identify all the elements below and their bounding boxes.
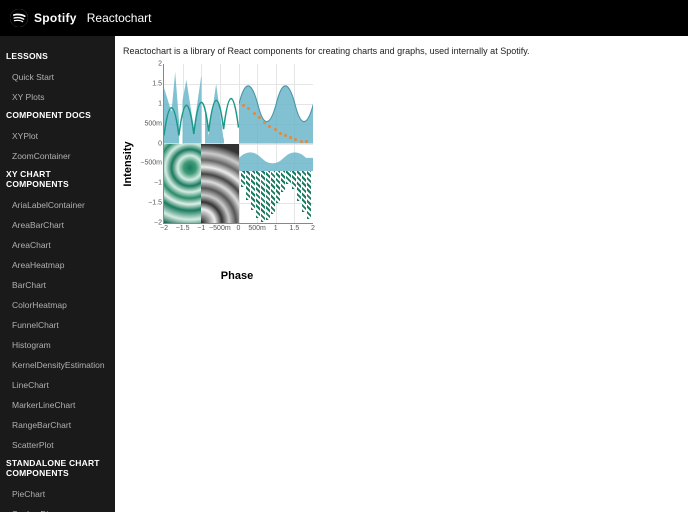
top-header: Spotify Reactochart <box>0 0 688 36</box>
xtick: −500m <box>209 225 231 232</box>
sidebar-item-funnelchart[interactable]: FunnelChart <box>0 315 115 335</box>
quadrant-top-right <box>239 64 314 144</box>
demo-chart: Intensity Phase 2 1.5 1 500m 0 −500m −1 … <box>137 64 337 264</box>
ytick: −1.5 <box>148 200 162 207</box>
section-heading-standalone: STANDALONE CHART COMPONENTS <box>0 455 115 484</box>
sidebar-item-areachart[interactable]: AreaChart <box>0 235 115 255</box>
ytick: −500m <box>140 160 162 167</box>
xtick: 1.5 <box>290 225 300 232</box>
intro-text: Reactochart is a library of React compon… <box>123 46 680 56</box>
quadrant-top-left <box>164 64 239 144</box>
xtick: 1 <box>274 225 278 232</box>
main-content: Reactochart is a library of React compon… <box>115 36 688 512</box>
ytick: 0 <box>158 140 162 147</box>
quadrant-bottom-right <box>239 144 314 224</box>
sidebar-item-histogram[interactable]: Histogram <box>0 335 115 355</box>
section-heading-xy-chart: XY CHART COMPONENTS <box>0 166 115 195</box>
ytick: 500m <box>144 120 162 127</box>
ytick: 1 <box>158 100 162 107</box>
sidebar-item-areaheatmap[interactable]: AreaHeatmap <box>0 255 115 275</box>
section-heading-lessons: LESSONS <box>0 48 115 67</box>
xtick: −1 <box>197 225 205 232</box>
sidebar-item-scatterplot[interactable]: ScatterPlot <box>0 435 115 455</box>
brand-text: Spotify <box>34 11 77 25</box>
ytick: 1.5 <box>152 80 162 87</box>
sidebar-item-sankey[interactable]: SankeyDiagram <box>0 504 115 512</box>
sidebar-item-linechart[interactable]: LineChart <box>0 375 115 395</box>
sidebar-item-quick-start[interactable]: Quick Start <box>0 67 115 87</box>
plot-area: 2 1.5 1 500m 0 −500m −1 −1.5 −2 −2 −1.5 … <box>163 64 313 224</box>
sidebar: LESSONS Quick Start XY Plots COMPONENT D… <box>0 36 115 512</box>
xtick: −1.5 <box>176 225 190 232</box>
xtick: 500m <box>248 225 266 232</box>
sidebar-item-colorheatmap[interactable]: ColorHeatmap <box>0 295 115 315</box>
spotify-icon <box>10 9 28 27</box>
xtick: 0 <box>237 225 241 232</box>
sidebar-item-barchart[interactable]: BarChart <box>0 275 115 295</box>
sidebar-item-piechart[interactable]: PieChart <box>0 484 115 504</box>
section-heading-component-docs: COMPONENT DOCS <box>0 107 115 126</box>
ytick: 2 <box>158 61 162 68</box>
sidebar-item-rangebarchart[interactable]: RangeBarChart <box>0 415 115 435</box>
y-axis-label: Intensity <box>122 141 134 186</box>
xtick: −2 <box>160 225 168 232</box>
sidebar-item-arialabelcontainer[interactable]: AriaLabelContainer <box>0 195 115 215</box>
quadrant-bottom-left <box>164 144 239 224</box>
brand-logo[interactable]: Spotify Reactochart <box>10 9 151 27</box>
ytick: −1 <box>154 180 162 187</box>
sidebar-item-xyplot[interactable]: XYPlot <box>0 126 115 146</box>
x-axis-label: Phase <box>221 270 253 282</box>
xtick: 2 <box>311 225 315 232</box>
sidebar-item-markerlinechart[interactable]: MarkerLineChart <box>0 395 115 415</box>
sidebar-item-areabarchart[interactable]: AreaBarChart <box>0 215 115 235</box>
sidebar-item-kde[interactable]: KernelDensityEstimation <box>0 355 115 375</box>
sidebar-item-zoomcontainer[interactable]: ZoomContainer <box>0 146 115 166</box>
sidebar-item-xy-plots[interactable]: XY Plots <box>0 87 115 107</box>
product-name: Reactochart <box>87 11 152 25</box>
